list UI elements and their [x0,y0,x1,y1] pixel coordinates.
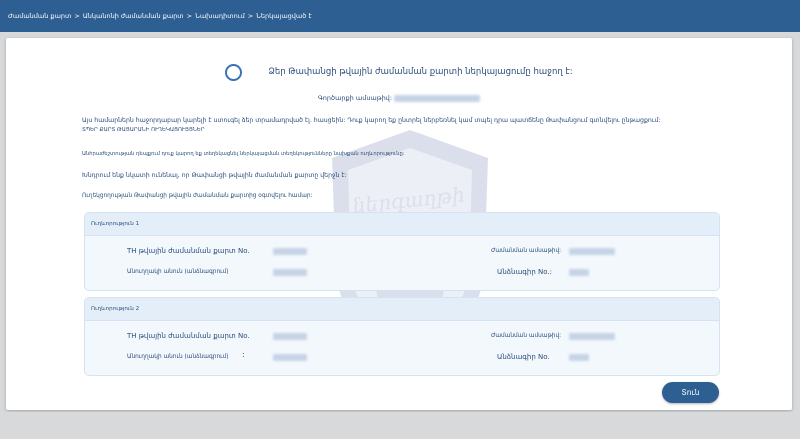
passport-value-redacted [569,269,589,276]
name-label: Անուղղակի անուն (անձնագրում) [127,269,229,275]
page-footer-area [0,412,800,439]
name-label: Անուղղակի անուն (անձնագրում) [127,354,229,360]
info-line-2: Անհրաժեշտության դեպքում դուք կարող եք տե… [82,151,405,157]
breadcrumb-separator: > [186,12,193,20]
card-number-label: TH թվային ժամանման քարտ No. [127,247,250,255]
breadcrumb-separator: > [247,12,254,20]
traveler-section-1: Ուղևորություն 1 TH թվային ժամանման քարտ … [84,212,720,291]
arrival-date-label: Ժամանման ամսաթիվ: [491,248,562,254]
traveler-header: Ուղևորություն 2 [85,298,719,321]
name-colon: : [242,350,245,359]
arrival-date-value-redacted [569,248,615,255]
info-line-1b: ՏՊԵՐ ՔԱՐՏ ԹԱՑԱՐԱՆԻ ՈՒՂԵԿԱՑՈՒՅՑՆԵՐ [82,127,205,133]
arrival-date-label: Ժամանման ամսաթիվ: [491,333,562,339]
breadcrumb-separator: > [74,12,80,20]
name-value-redacted [273,269,307,276]
card-number-value-redacted [273,333,307,340]
success-circle-icon [225,63,243,81]
order-value-redacted [394,94,481,102]
breadcrumb-item[interactable]: Անկանոնի ժամանման քարտ [83,12,184,20]
info-line-4: Ուղեկցողության Թափանցի թվային ժամանման ք… [82,193,313,199]
passport-value-redacted [569,354,589,361]
card-number-value-redacted [273,248,307,255]
traveler-section-2: Ուղևորություն 2 TH թվային ժամանման քարտ … [84,297,720,376]
passport-label: Անձնագիր No.: [497,268,552,276]
success-row: Ձեր Թափանցի թվային ժամանման քարտի ներկայ… [6,62,792,82]
home-button[interactable]: Տուն [662,382,719,403]
confirmation-card: ներգաղթի բյուրո Ձեր Թափանցի թվային ժաման… [6,38,792,410]
passport-label: Անձնագիր No. [497,353,550,361]
traveler-header: Ուղևորություն 1 [85,213,719,236]
info-line-1: Այս համարներն հաջորդաբար կարելի է ստուգե… [82,117,661,124]
arrival-date-value-redacted [569,333,615,340]
breadcrumb-item[interactable]: Ժամանման քարտ [8,12,71,20]
order-label: Գործարքի ամսաթիվ [317,94,390,102]
card-number-label: TH թվային ժամանման քարտ No. [127,332,250,340]
breadcrumb: Ժամանման քարտ > Անկանոնի ժամանման քարտ >… [0,0,800,32]
breadcrumb-item[interactable]: Նախադիտում [195,12,245,20]
info-line-3: Խնդրում ենք նկատի ունենալ, որ Թափանցի թվ… [82,172,347,179]
breadcrumb-item-current: Ներկայացված է [256,12,312,20]
order-row: Գործարքի ամսաթիվ: [6,94,792,102]
name-value-redacted [273,354,307,361]
success-title: Ձեր Թափանցի թվային ժամանման քարտի ներկայ… [268,67,573,77]
